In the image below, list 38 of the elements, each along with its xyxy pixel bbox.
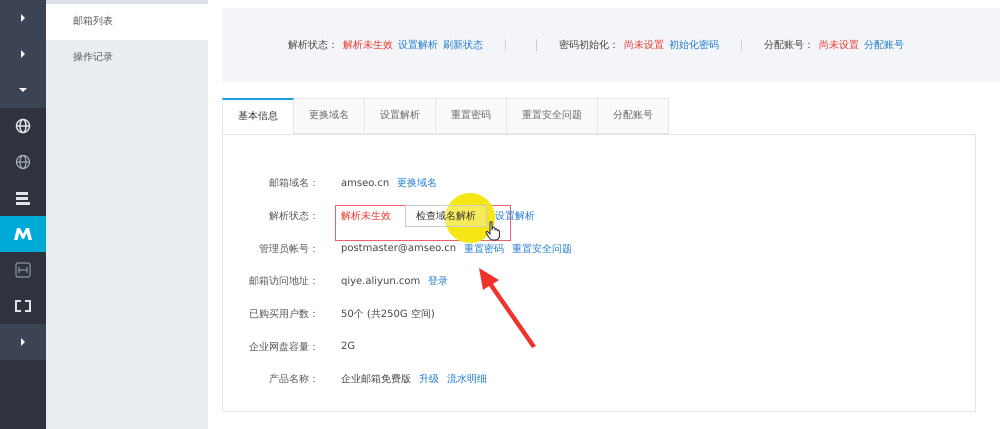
field-label: 已购买用户数： [248, 308, 319, 322]
tab[interactable]: 分配账号 [598, 98, 669, 134]
field-label: 产品名称： [268, 372, 319, 386]
field-label: 邮箱域名： [268, 176, 319, 190]
status-text: 解析未生效 [343, 38, 393, 52]
status-label: 解析状态： [288, 38, 338, 52]
status-text: 尚未设置 [624, 38, 664, 52]
tab[interactable]: 重置安全问题 [507, 98, 598, 134]
value-text: postmaster@amseo.cn [341, 243, 456, 254]
link[interactable]: 刷新状态 [443, 38, 483, 52]
tab[interactable]: 基本信息 [222, 98, 294, 135]
link[interactable]: 重置密码 [464, 242, 504, 256]
link[interactable]: 升级 [419, 372, 439, 386]
link[interactable]: 更换域名 [397, 176, 438, 190]
field-label: 邮箱访问地址： [248, 274, 319, 288]
status-label: 分配账号： [764, 38, 814, 52]
value-text: amseo.cn [341, 178, 390, 189]
status-text: 解析未生效 [341, 210, 391, 224]
link[interactable]: 设置解析 [398, 38, 438, 52]
link[interactable]: 流水明细 [447, 372, 487, 386]
field-label: 管理员帐号： [258, 242, 319, 256]
sidebar-item[interactable]: 操作记录 [46, 40, 208, 76]
value-text: 企业邮箱免费版 [341, 372, 411, 386]
status-text: 尚未设置 [819, 38, 859, 52]
value-text: qiye.aliyun.com [341, 276, 420, 287]
value-text: 50个 (共250G 空间) [341, 308, 435, 322]
status-label: 密码初始化： [559, 38, 619, 52]
sidebar-item[interactable]: 邮箱列表 [46, 4, 208, 40]
link[interactable]: 初始化密码 [669, 38, 719, 52]
tab[interactable]: 设置解析 [365, 98, 436, 134]
tab[interactable]: 更换域名 [294, 98, 365, 134]
link[interactable]: 分配账号 [864, 38, 904, 52]
field-label: 解析状态： [268, 210, 319, 224]
tab[interactable]: 重置密码 [436, 98, 507, 134]
value-text: 2G [341, 341, 356, 352]
link[interactable]: 登录 [428, 274, 448, 288]
link[interactable]: 重置安全问题 [512, 242, 572, 256]
field-label: 企业网盘容量： [248, 340, 319, 354]
